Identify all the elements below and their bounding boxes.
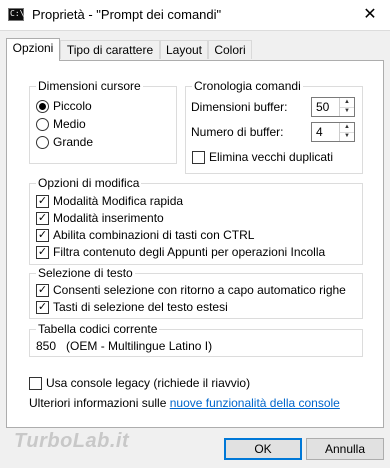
- edit-options-group: Opzioni di modifica ✓ Modalità Modifica …: [29, 176, 363, 265]
- tab-tipo-di-carattere[interactable]: Tipo di carattere: [60, 40, 160, 59]
- spin-down-icon[interactable]: ▼: [340, 107, 354, 116]
- text-selection-group: Selezione di testo ✓ Consenti selezione …: [29, 266, 363, 319]
- console-app-icon: C:\: [8, 8, 24, 21]
- checkbox-checked[interactable]: ✓: [36, 195, 49, 208]
- title-bar: C:\ Proprietà - "Prompt dei comandi" ✕: [0, 0, 390, 31]
- command-history-title: Cronologia comandi: [192, 79, 303, 93]
- cursor-size-group: Dimensioni cursore Piccolo Medio Grande: [29, 79, 177, 164]
- radio-label: Piccolo: [53, 99, 92, 113]
- buffer-count-spinner[interactable]: 4 ▲ ▼: [311, 122, 355, 142]
- radio-button-selected[interactable]: [36, 100, 49, 113]
- checkbox-label: Consenti selezione con ritorno a capo au…: [53, 283, 346, 297]
- radio-button[interactable]: [36, 136, 49, 149]
- command-history-group: Cronologia comandi Dimensioni buffer: 50…: [185, 79, 363, 174]
- codepage-title: Tabella codici corrente: [36, 322, 160, 336]
- buffer-count-value[interactable]: 4: [316, 125, 323, 139]
- radio-label: Grande: [53, 135, 94, 149]
- radio-label: Medio: [53, 117, 86, 131]
- close-icon: ✕: [363, 6, 377, 23]
- checkbox-checked[interactable]: ✓: [36, 284, 49, 297]
- checkbox-label: Filtra contenuto degli Appunti per opera…: [53, 245, 326, 259]
- cancel-button[interactable]: Annulla: [306, 438, 384, 460]
- buffer-size-label: Dimensioni buffer:: [191, 100, 288, 114]
- checkbox-label: Modalità Modifica rapida: [53, 194, 184, 208]
- checkbox-label: Abilita combinazioni di tasti con CTRL: [53, 228, 255, 242]
- radio-button[interactable]: [36, 118, 49, 131]
- edit-options-title: Opzioni di modifica: [36, 176, 142, 190]
- checkbox-checked[interactable]: ✓: [36, 246, 49, 259]
- codepage-value: 850 (OEM - Multilingue Latino I): [36, 339, 213, 353]
- checkbox-checked[interactable]: ✓: [36, 212, 49, 225]
- checkbox[interactable]: [192, 151, 205, 164]
- checkbox-label: Tasti di selezione del testo estesi: [53, 300, 228, 314]
- checkbox-checked[interactable]: ✓: [36, 229, 49, 242]
- options-panel: Dimensioni cursore Piccolo Medio Grande …: [6, 60, 384, 428]
- more-info-text: Ulteriori informazioni sulle: [29, 396, 167, 410]
- buffer-size-spinner[interactable]: 50 ▲ ▼: [311, 97, 355, 117]
- tab-opzioni[interactable]: Opzioni: [6, 38, 60, 61]
- tab-layout[interactable]: Layout: [160, 40, 208, 59]
- checkbox-label: Elimina vecchi duplicati: [209, 150, 334, 164]
- spin-down-icon[interactable]: ▼: [340, 132, 354, 141]
- text-selection-title: Selezione di testo: [36, 266, 135, 280]
- checkbox[interactable]: [29, 377, 42, 390]
- buffer-count-label: Numero di buffer:: [191, 125, 284, 139]
- ok-button[interactable]: OK: [224, 438, 302, 460]
- more-info-line: Ulteriori informazioni sulle nuove funzi…: [29, 395, 340, 411]
- window-title: Proprietà - "Prompt dei comandi": [32, 7, 222, 22]
- codepage-group: Tabella codici corrente 850 (OEM - Multi…: [29, 322, 363, 357]
- turbolab-logo: TurboLab.it: [14, 430, 130, 452]
- new-features-link[interactable]: nuove funzionalità della console: [170, 396, 340, 410]
- checkbox-label: Modalità inserimento: [53, 211, 164, 225]
- close-button[interactable]: ✕: [350, 0, 390, 30]
- checkbox-label: Usa console legacy (richiede il riavvio): [46, 376, 251, 390]
- cursor-size-title: Dimensioni cursore: [36, 79, 143, 93]
- spinner-buttons: ▲ ▼: [339, 123, 354, 141]
- buffer-size-value[interactable]: 50: [316, 100, 329, 114]
- checkbox-checked[interactable]: ✓: [36, 301, 49, 314]
- spinner-buttons: ▲ ▼: [339, 98, 354, 116]
- tab-colori[interactable]: Colori: [208, 40, 252, 59]
